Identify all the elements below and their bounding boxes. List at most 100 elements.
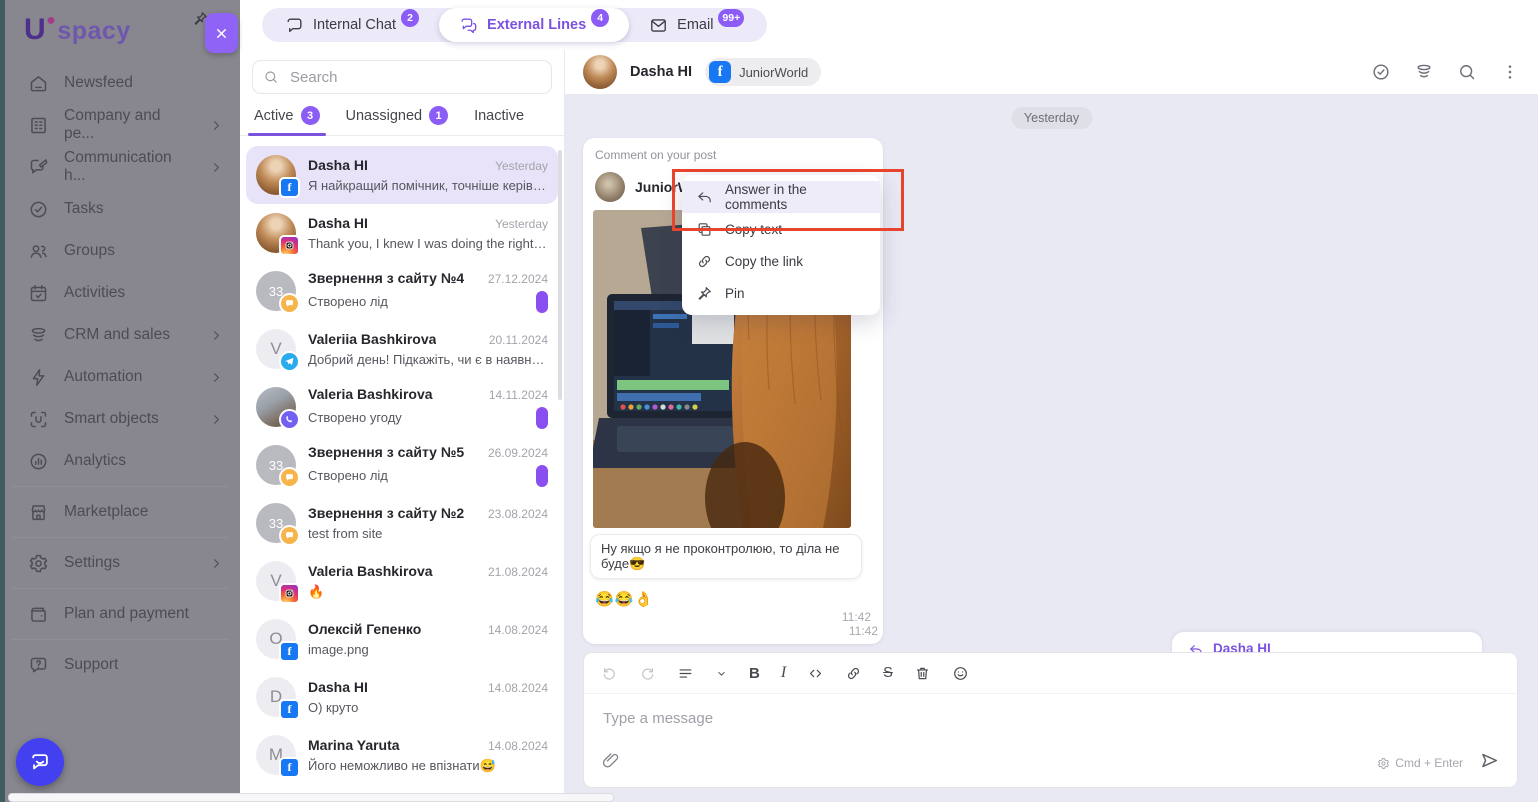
message-reactions[interactable]: 😂😂👌: [595, 590, 871, 608]
chat-item-name: Dasha HI: [308, 156, 368, 173]
link-button[interactable]: [845, 665, 862, 682]
chevron-down-button[interactable]: [715, 667, 728, 680]
paperclip-icon: [601, 751, 620, 770]
chat-list-item[interactable]: Mf Marina Yaruta 14.08.2024 Його неможливо …: [246, 726, 558, 784]
chat-list-item[interactable]: Valeria Bashkirova 14.11.2024 Створено уго…: [246, 378, 558, 436]
tasks-icon: [28, 199, 49, 220]
logo-dot: ●: [46, 12, 57, 29]
menu-item-pin[interactable]: Pin: [682, 277, 880, 309]
chat-list-item[interactable]: Of Олексій Гепенко 14.08.2024 image.png: [246, 610, 558, 668]
chat-header: Dasha HI f JuniorWorld: [565, 50, 1538, 95]
smart-objects-icon: [28, 409, 49, 430]
filter-label: Inactive: [474, 107, 525, 124]
sidebar-item-groups[interactable]: Groups: [0, 230, 240, 272]
tab-external-lines[interactable]: External Lines 4: [439, 8, 630, 42]
menu-item-answer-in-the-comments[interactable]: Answer in the comments: [682, 181, 880, 213]
chat-launcher-icon: [29, 751, 51, 773]
livechat-badge-icon: [279, 293, 300, 314]
chat-list-item[interactable]: V Valeria Bashkirova 21.08.2024 🔥: [246, 552, 558, 610]
filter-tab-unassigned[interactable]: Unassigned 1: [346, 106, 449, 135]
search-chat-icon[interactable]: [1457, 62, 1477, 82]
sidebar-item-smart-objects[interactable]: Smart objects: [0, 398, 240, 440]
avatar: Of: [256, 619, 300, 662]
chevron-right-icon: [209, 118, 224, 133]
filter-tab-active[interactable]: Active 3: [248, 106, 325, 136]
sidebar-item-settings[interactable]: Settings: [0, 542, 240, 584]
chatlist-scrollbar[interactable]: [558, 150, 562, 400]
tab-internal-chat[interactable]: Internal Chat 2: [265, 8, 439, 42]
chat-list-item[interactable]: V Valeriia Bashkirova 20.11.2024 Добрий ден…: [246, 320, 558, 378]
sidebar-item-communication-h[interactable]: Communication h...: [0, 146, 240, 188]
author-avatar: [595, 172, 625, 202]
sidebar-item-label: Company and pe...: [64, 107, 161, 142]
chat-list-item[interactable]: f Dasha HI Yesterday Я найкращий помічник, …: [246, 146, 558, 204]
menu-item-copy-the-link[interactable]: Copy the link: [682, 245, 880, 277]
sidebar-item-company-and-pe[interactable]: Company and pe...: [0, 104, 240, 146]
code-button[interactable]: [807, 665, 824, 682]
sidebar-item-crm-and-sales[interactable]: CRM and sales: [0, 314, 240, 356]
trash-button[interactable]: [914, 665, 931, 682]
chat-item-time: Yesterday: [495, 217, 548, 231]
sidebar-item-tasks[interactable]: Tasks: [0, 188, 240, 230]
chat-item-time: 21.08.2024: [487, 564, 548, 579]
filter-badge: 1: [429, 106, 449, 125]
livechat-badge-icon: [279, 525, 300, 546]
channel-chip[interactable]: f JuniorWorld: [705, 58, 822, 86]
align-left-button[interactable]: [677, 665, 694, 682]
chat-list-item[interactable]: 33 Звернення з сайту №2 23.08.2024 test fro…: [246, 494, 558, 552]
messenger-launcher-button[interactable]: [16, 738, 64, 786]
facebook-badge-icon: f: [279, 177, 300, 198]
sidebar-item-activities[interactable]: Activities: [0, 272, 240, 314]
search-field[interactable]: [252, 60, 552, 94]
settings-icon: [28, 553, 49, 574]
menu-item-label: Answer in the comments: [725, 182, 807, 212]
sidebar-divider: [12, 537, 228, 538]
redo-button[interactable]: [639, 665, 656, 682]
copy-icon: [696, 221, 713, 238]
close-icon: [214, 26, 229, 41]
search-input[interactable]: [288, 67, 541, 87]
facebook-badge-icon: f: [279, 757, 300, 778]
chat-list-item[interactable]: 33 Звернення з сайту №4 27.12.2024 Створено…: [246, 262, 558, 320]
message-input[interactable]: [601, 709, 1504, 728]
sidebar-item-label: Plan and payment: [64, 605, 189, 622]
chat-item-time: 27.12.2024: [487, 271, 548, 286]
chat-bubble-icon: [285, 16, 304, 35]
filter-tab-inactive[interactable]: Inactive: [474, 106, 524, 135]
groups-icon: [28, 241, 49, 262]
logo-letter: U: [24, 13, 47, 46]
strikethrough-button[interactable]: S: [883, 665, 893, 681]
chat-item-main: Звернення з сайту №4 27.12.2024 Створено л…: [308, 270, 548, 313]
avatar: Df: [256, 677, 300, 720]
chat-list-item[interactable]: Df Dasha HI 14.08.2024 О) круто: [246, 668, 558, 726]
sidebar-item-plan-and-payment[interactable]: Plan and payment: [0, 593, 240, 635]
sidebar-item-automation[interactable]: Automation: [0, 356, 240, 398]
send-button[interactable]: [1479, 750, 1500, 776]
menu-item-copy-text[interactable]: Copy text: [682, 213, 880, 245]
support-icon: [28, 655, 49, 676]
chat-list-item[interactable]: 33 Звернення з сайту №5 26.09.2024 Створено…: [246, 436, 558, 494]
attach-button[interactable]: [601, 751, 620, 775]
chat-item-name: Dasha HI: [308, 679, 368, 695]
shortcut-label: Cmd + Enter: [1395, 756, 1463, 770]
close-drawer-button[interactable]: [205, 13, 238, 53]
emoji-button[interactable]: [952, 665, 969, 682]
bold-button[interactable]: B: [749, 665, 760, 682]
horizontal-scrollbar[interactable]: [8, 793, 614, 802]
chat-list-item[interactable]: Dasha HI Yesterday Thank you, I knew I was…: [246, 204, 558, 262]
sidebar-item-newsfeed[interactable]: Newsfeed: [0, 62, 240, 104]
check-circle-icon[interactable]: [1371, 62, 1391, 82]
composer-input-area: [584, 694, 1517, 728]
automation-icon: [28, 367, 49, 388]
italic-button[interactable]: I: [781, 664, 786, 682]
chat-item-main: Valeria Bashkirova 21.08.2024 🔥: [308, 563, 548, 600]
funnel-icon[interactable]: [1414, 62, 1434, 82]
chat-item-main: Dasha HI 14.08.2024 О) круто: [308, 679, 548, 715]
kebab-menu-icon[interactable]: [1500, 62, 1520, 82]
sidebar-item-marketplace[interactable]: Marketplace: [0, 491, 240, 533]
undo-button[interactable]: [601, 665, 618, 682]
sidebar-item-analytics[interactable]: Analytics: [0, 440, 240, 482]
facebook-icon: f: [709, 61, 732, 83]
tab-email[interactable]: Email 99+: [629, 8, 764, 42]
sidebar-item-support[interactable]: Support: [0, 644, 240, 686]
